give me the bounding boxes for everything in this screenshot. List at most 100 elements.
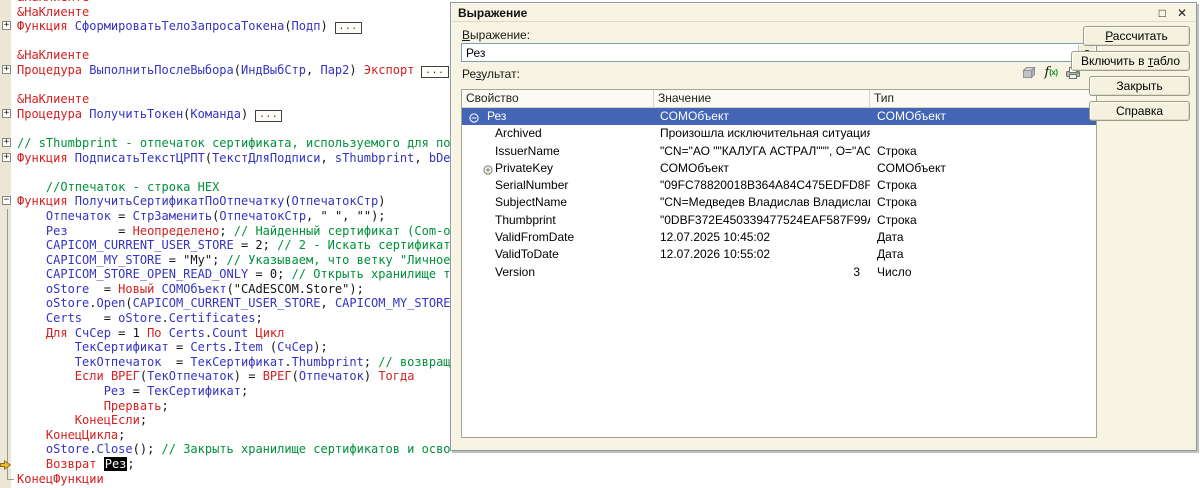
gutter-cell [0, 399, 17, 414]
gutter-cell [0, 34, 17, 49]
fold-line [7, 326, 8, 341]
type-cell: Строка [870, 212, 1096, 229]
code-text: Certs = oStore.Certificates; [17, 311, 263, 325]
code-text: Функция ПолучитьСертификатПоОтпечатку(От… [17, 194, 385, 208]
code-text: CAPICOM_MY_STORE = "My"; // Указываем, ч… [17, 253, 451, 267]
code-text: oStore.Open(CAPICOM_CURRENT_USER_STORE, … [17, 296, 451, 310]
fold-plus-icon[interactable]: + [2, 21, 11, 30]
fx-icon[interactable]: f(x) [1043, 65, 1059, 80]
dialog-titlebar[interactable]: Выражение □ ✕ [452, 4, 1195, 22]
gutter-cell [0, 428, 17, 443]
expression-input[interactable] [463, 45, 1077, 60]
close-icon[interactable]: ✕ [1177, 6, 1187, 20]
collapsed-body-button[interactable]: ... [421, 66, 448, 78]
fold-line [7, 355, 8, 370]
help-button[interactable]: Справка [1089, 101, 1190, 121]
property-cell: IssuerName [462, 143, 654, 160]
result-row[interactable]: IssuerName "CN="АО ""КАЛУГА АСТРАЛ""", O=… [462, 143, 1096, 160]
code-text: oStore = Новый COMОбъект("CAdESCOM.Store… [17, 282, 364, 296]
gutter-cell: + [0, 136, 17, 151]
result-row[interactable]: ArchivedПроизошла исключительная ситуаци… [462, 125, 1096, 142]
expand-minus-icon[interactable] [469, 111, 479, 125]
result-row[interactable]: Thumbprint"0DBF372E450339477524EAF587F99… [462, 212, 1096, 229]
gutter-cell [0, 267, 17, 282]
collapsed-body-button[interactable]: ... [335, 22, 362, 34]
fold-line [7, 282, 8, 297]
include-in-board-button[interactable]: Включить в табло [1071, 51, 1190, 71]
property-name: Version [495, 265, 535, 279]
maximize-icon[interactable]: □ [1159, 6, 1166, 20]
result-table-header: Свойство Значение Тип [462, 90, 1096, 108]
gutter-cell [0, 442, 17, 457]
gutter-cell [0, 326, 17, 341]
expand-plus-icon[interactable] [483, 163, 493, 177]
fold-line [7, 384, 8, 399]
property-name: SubjectName [495, 195, 567, 209]
result-row[interactable]: ValidFromDate 12.07.2025 10:45:02Дата [462, 229, 1096, 246]
code-text: Процедура ПолучитьТокен(Команда)... [17, 107, 282, 121]
property-cell: SubjectName [462, 194, 654, 211]
code-text: Если ВРЕГ(ТекОтпечаток) = ВРЕГ(Отпечаток… [17, 369, 414, 383]
result-row[interactable]: SubjectName"CN=Медведев Владислав Владис… [462, 194, 1096, 211]
code-text: ТекОтпечаток = ТекСертификат.Thumbprint;… [17, 355, 451, 369]
result-row[interactable]: РезCOMОбъектCOMОбъект [462, 108, 1096, 125]
code-text: КонецФункции [17, 472, 104, 486]
window-buttons: □ ✕ [1159, 6, 1187, 20]
type-cell: Число [870, 264, 1096, 281]
result-row[interactable]: SerialNumber"09FC78820018B364A84C475EDFD… [462, 177, 1096, 194]
property-cell: Version [462, 264, 654, 281]
type-cell: Дата [870, 229, 1096, 246]
result-row[interactable]: ValidToDate12.07.2026 10:55:02Дата [462, 246, 1096, 263]
fold-line [7, 253, 8, 268]
gutter-cell [0, 340, 17, 355]
code-text: Для СчСер = 1 По Certs.Count Цикл [17, 326, 284, 340]
code-text: Прервать; [17, 399, 169, 413]
fold-line [7, 224, 8, 239]
close-button[interactable]: Закрыть [1089, 76, 1190, 96]
fold-line [7, 399, 8, 414]
gutter-cell [0, 472, 17, 487]
gutter-cell [0, 311, 17, 326]
collapsed-body-button[interactable]: ... [255, 110, 282, 122]
code-text: // sThumbprint - отпечаток сертификата, … [17, 136, 450, 150]
gutter-cell [0, 180, 17, 195]
value-cell: COMОбъект [654, 108, 870, 125]
fold-plus-icon[interactable]: + [2, 109, 11, 118]
fold-minus-icon[interactable]: − [2, 196, 11, 205]
fold-line [7, 238, 8, 253]
gutter-cell [0, 282, 17, 297]
code-line[interactable]: КонецФункции [0, 472, 1200, 487]
code-line[interactable]: Возврат Рез; [0, 457, 1200, 472]
expression-combobox: ▼ [461, 43, 1097, 62]
fold-line [7, 369, 8, 384]
property-name: ValidFromDate [495, 230, 574, 244]
code-text: &НаКлиенте [17, 92, 89, 106]
calculate-button[interactable]: Рассчитать [1083, 26, 1190, 46]
value-cell: "CN="АО ""КАЛУГА АСТРАЛ""", O="АО ""К… [654, 143, 870, 160]
fold-line [7, 311, 8, 326]
result-row[interactable]: Version3Число [462, 264, 1096, 281]
gutter-cell [0, 253, 17, 268]
code-text: Функция ПодписатьТекстЦРПТ(ТекстДляПодпи… [17, 151, 451, 165]
show-value-icon[interactable] [1021, 65, 1037, 80]
gutter-cell [0, 369, 17, 384]
type-cell: Строка [870, 177, 1096, 194]
gutter-cell [0, 224, 17, 239]
property-name: IssuerName [495, 144, 560, 158]
fold-plus-icon[interactable]: + [2, 153, 11, 162]
result-row[interactable]: PrivateKeyCOMОбъектCOMОбъект [462, 160, 1096, 177]
type-cell [870, 125, 1096, 142]
fold-plus-icon[interactable]: + [2, 138, 11, 147]
fold-plus-icon[interactable]: + [2, 65, 11, 74]
value-cell: 12.07.2025 10:45:02 [654, 229, 870, 246]
expression-label: Выражение: [462, 28, 530, 42]
code-text: Возврат Рез; [17, 457, 135, 471]
code-text: oStore.Close(); // Закрыть хранилище сер… [17, 442, 451, 456]
screen: &НаКлиенте&НаКлиенте+Функция Сформироват… [0, 0, 1200, 488]
fold-line [7, 442, 8, 457]
gutter-cell [0, 78, 17, 93]
property-cell: Archived [462, 125, 654, 142]
gutter-cell [0, 238, 17, 253]
property-cell: ValidFromDate [462, 229, 654, 246]
result-table[interactable]: Свойство Значение Тип РезCOMОбъектCOMОбъ… [461, 89, 1097, 438]
